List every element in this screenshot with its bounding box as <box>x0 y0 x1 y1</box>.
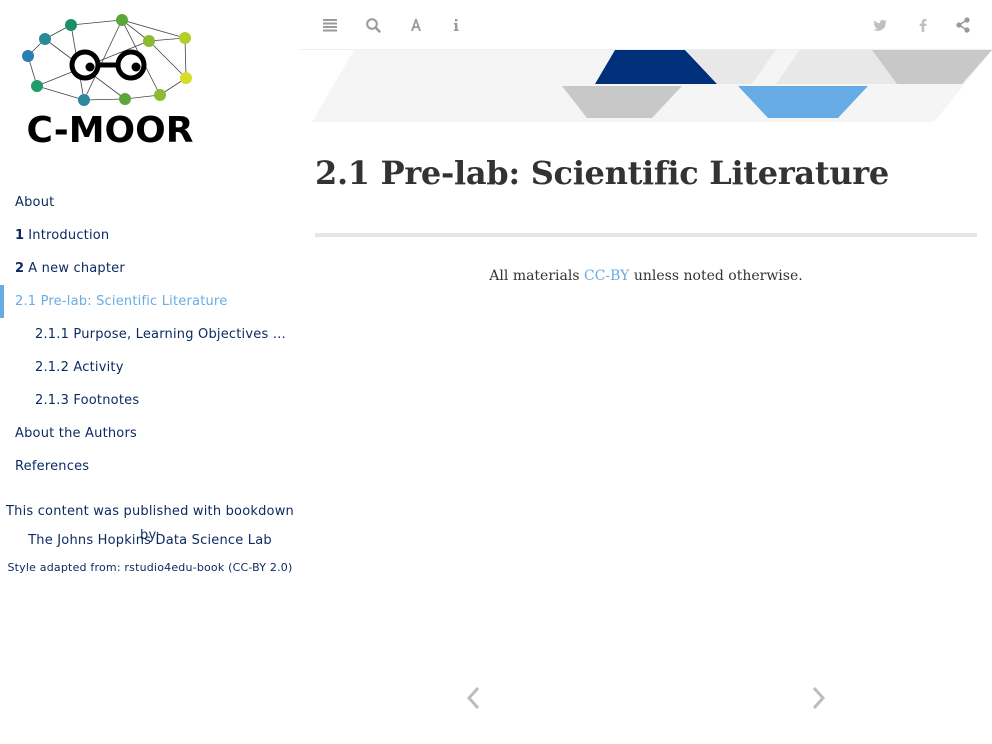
toc-item-references[interactable]: References <box>0 450 300 483</box>
table-of-contents: About 1 Introduction 2A new chapter 2.1 P… <box>0 186 300 483</box>
credits-published-line[interactable]: This content was published with bookdown… <box>0 500 300 543</box>
toc-toggle-icon[interactable] <box>319 14 341 36</box>
toc-item-number: 1 <box>15 228 25 243</box>
toc-item-label: About <box>15 195 55 210</box>
toc-item-label: 2.1.2 Activity <box>35 360 124 375</box>
toc-item-label: 2.1 Pre-lab: Scientific Literature <box>15 294 228 309</box>
toc-item-activity[interactable]: 2.1.2 Activity <box>0 351 300 384</box>
toc-item-label: About the Authors <box>15 426 137 441</box>
credits-style-link[interactable]: Style adapted from: rstudio4edu-book (CC… <box>0 558 300 578</box>
license-notice: All materials CC-BY unless noted otherwi… <box>315 266 977 286</box>
page-title: 2.1 Pre-lab: Scientific Literature <box>315 154 889 192</box>
toc-item-introduction[interactable]: 1 Introduction <box>0 219 300 252</box>
toc-item-label: Introduction <box>28 228 110 243</box>
facebook-icon[interactable] <box>912 14 934 36</box>
license-suffix: unless noted otherwise. <box>629 268 803 284</box>
title-divider <box>315 233 977 237</box>
toc-item-label: 2.1.3 Footnotes <box>35 393 140 408</box>
font-settings-icon[interactable] <box>405 14 427 36</box>
toc-item-about[interactable]: About <box>0 186 300 219</box>
c-moor-logo[interactable]: C-MOOR <box>10 8 210 153</box>
search-icon[interactable] <box>362 14 384 36</box>
top-toolbar <box>300 0 992 50</box>
svg-text:C-MOOR: C-MOOR <box>27 110 194 151</box>
next-page-chevron-right-icon[interactable] <box>808 683 828 713</box>
license-prefix: All materials <box>489 268 584 284</box>
header-banner <box>312 50 992 122</box>
toc-item-purpose[interactable]: 2.1.1 Purpose, Learning Objectives and… <box>0 318 300 351</box>
share-icon[interactable] <box>952 14 974 36</box>
credits-jhu-link[interactable]: The Johns Hopkins Data Science Lab <box>0 524 300 558</box>
toc-item-about-authors[interactable]: About the Authors <box>0 417 300 450</box>
toc-item-number: 2 <box>15 261 25 276</box>
toc-item-footnotes[interactable]: 2.1.3 Footnotes <box>0 384 300 417</box>
toc-item-label: References <box>15 459 90 474</box>
toc-item-pre-lab-active[interactable]: 2.1 Pre-lab: Scientific Literature <box>0 285 300 318</box>
twitter-icon[interactable] <box>870 14 892 36</box>
sidebar: C-MOOR About 1 Introduction 2A new chapte… <box>0 0 300 744</box>
toc-item-label: 2.1.1 Purpose, Learning Objectives and… <box>35 327 300 342</box>
toc-item-label: A new chapter <box>28 261 125 276</box>
info-icon[interactable] <box>445 14 467 36</box>
credits: This content was published with bookdown… <box>0 500 300 578</box>
previous-page-chevron-left-icon[interactable] <box>464 683 484 713</box>
toc-item-new-chapter[interactable]: 2A new chapter <box>0 252 300 285</box>
license-link[interactable]: CC-BY <box>584 268 629 284</box>
